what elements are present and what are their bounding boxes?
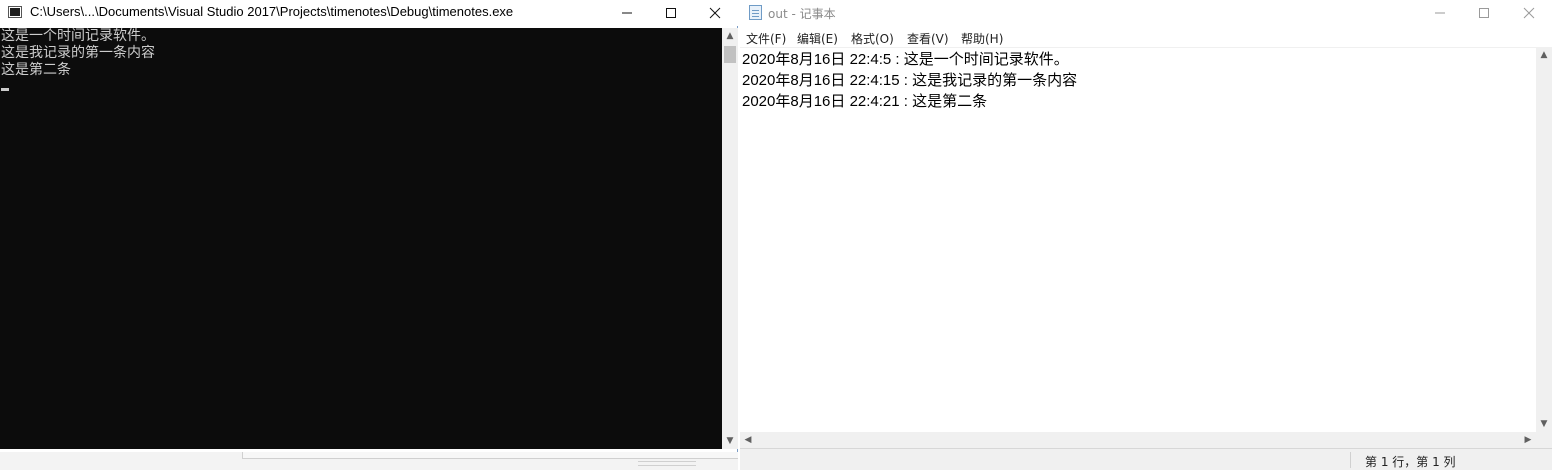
minimize-icon [622, 12, 632, 14]
close-icon [709, 7, 721, 19]
console-titlebar[interactable]: C:\Users\...\Documents\Visual Studio 201… [0, 0, 738, 26]
console-line: 这是我记录的第一条内容 [1, 45, 155, 61]
notepad-vertical-scrollbar[interactable]: ▲ ▼ [1536, 47, 1552, 432]
menu-edit[interactable]: 编辑(E) [797, 30, 838, 47]
text-line: 2020年8月16日 22:4:21 : 这是第二条 [742, 93, 988, 110]
scroll-up-arrow-icon[interactable]: ▲ [722, 28, 738, 44]
menu-file[interactable]: 文件(F) [746, 30, 786, 47]
console-window: C:\Users\...\Documents\Visual Studio 201… [0, 0, 738, 452]
notepad-menubar: 文件(F) 编辑(E) 格式(O) 查看(V) 帮助(H) [740, 27, 1552, 46]
background-window-edge [242, 452, 738, 459]
notepad-statusbar: 第 1 行，第 1 列 [740, 448, 1552, 470]
console-close-button[interactable] [692, 0, 738, 26]
notepad-text-area[interactable]: 2020年8月16日 22:4:5 : 这是一个时间记录软件。 2020年8月1… [740, 47, 1536, 432]
notepad-icon[interactable] [749, 5, 762, 20]
console-minimize-button[interactable] [604, 0, 650, 26]
notepad-close-button[interactable] [1506, 0, 1552, 26]
menu-view[interactable]: 查看(V) [907, 30, 949, 47]
maximize-icon [666, 8, 676, 18]
minimize-icon [1435, 12, 1445, 14]
text-line: 2020年8月16日 22:4:15 : 这是我记录的第一条内容 [742, 72, 1078, 89]
console-line: 这是第二条 [1, 62, 71, 78]
scroll-left-arrow-icon[interactable]: ◀ [740, 432, 756, 448]
notepad-title: out - 记事本 [768, 7, 836, 21]
close-icon [1523, 7, 1535, 19]
console-cursor [1, 88, 9, 91]
resize-grip [638, 461, 696, 466]
text-line: 2020年8月16日 22:4:5 : 这是一个时间记录软件。 [742, 51, 1069, 68]
scrollbar-corner [1536, 432, 1552, 448]
menu-help[interactable]: 帮助(H) [961, 30, 1003, 47]
cursor-position: 第 1 行，第 1 列 [1365, 455, 1456, 469]
notepad-horizontal-scrollbar[interactable]: ◀ ▶ [740, 432, 1536, 448]
console-maximize-button[interactable] [648, 0, 694, 26]
status-divider [1350, 452, 1351, 468]
notepad-minimize-button[interactable] [1417, 0, 1463, 26]
background-desktop-strip [0, 452, 738, 470]
maximize-icon [1479, 8, 1489, 18]
notepad-window: out - 记事本 文件(F) 编辑(E) 格式(O) 查看(V) 帮助(H) … [740, 0, 1552, 470]
scroll-down-arrow-icon[interactable]: ▼ [1536, 416, 1552, 432]
console-line: 这是一个时间记录软件。 [1, 28, 155, 44]
scroll-right-arrow-icon[interactable]: ▶ [1520, 432, 1536, 448]
console-output[interactable]: 这是一个时间记录软件。 这是我记录的第一条内容 这是第二条 [0, 28, 722, 449]
scroll-up-arrow-icon[interactable]: ▲ [1536, 47, 1552, 63]
console-scroll-thumb[interactable] [724, 46, 736, 63]
scroll-down-arrow-icon[interactable]: ▼ [722, 433, 738, 449]
notepad-maximize-button[interactable] [1461, 0, 1507, 26]
notepad-titlebar[interactable]: out - 记事本 [740, 0, 1552, 26]
console-title: C:\Users\...\Documents\Visual Studio 201… [30, 4, 514, 19]
console-vertical-scrollbar[interactable]: ▲ ▼ [722, 28, 738, 449]
console-app-icon[interactable] [8, 6, 22, 18]
menu-format[interactable]: 格式(O) [851, 30, 894, 47]
